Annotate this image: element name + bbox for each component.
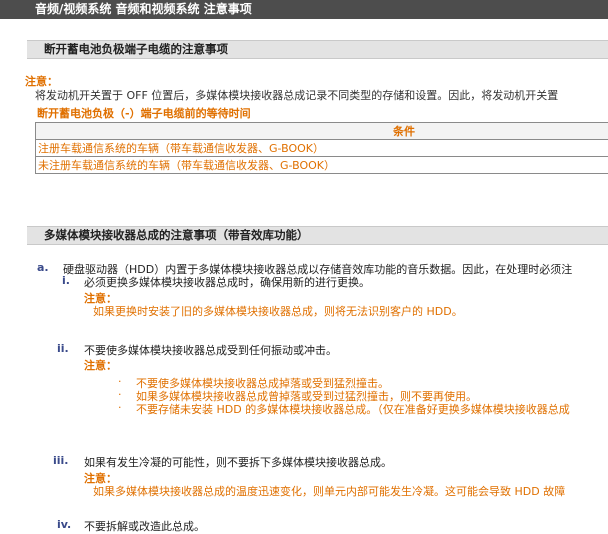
item-ii-text: 不要使多媒体模块接收器总成受到任何振动或冲击。: [84, 342, 337, 358]
list-marker-ii: ii.: [57, 342, 69, 355]
table-title: 断开蓄电池负极（-）端子电缆前的等待时间: [37, 105, 251, 121]
note-text: 如果更换时安装了旧的多媒体模块接收器总成，则将无法识别客户的 HDD。: [93, 303, 463, 319]
note-text: 将发动机开关置于 OFF 位置后，多媒体模块接收器总成记录不同类型的存储和设置。…: [35, 87, 558, 103]
note-text: 如果多媒体模块接收器总成的温度迅速变化，则单元内部可能发生冷凝。这可能会导致 H…: [93, 483, 565, 499]
note-label: 注意：: [84, 357, 117, 373]
section-heading-multimedia: 多媒体模块接收器总成的注意事项（带音效库功能）: [27, 226, 608, 245]
bullet-dot: ·: [118, 401, 122, 414]
list-marker-i: i.: [62, 274, 70, 287]
bullet-dot: ·: [118, 375, 122, 388]
item-iv-text: 不要拆解或改造此总成。: [84, 518, 205, 534]
page-title: 音频/视频系统 音频和视频系统 注意事项: [0, 0, 608, 19]
table-row: 未注册车载通信系统的车辆（带车载通信收发器、G-BOOK）: [36, 157, 608, 174]
item-iii-text: 如果有发生冷凝的可能性，则不要拆下多媒体模块接收器总成。: [84, 454, 392, 470]
wait-time-table: 条件 注册车载通信系统的车辆（带车载通信收发器、G-BOOK） 未注册车载通信系…: [35, 122, 608, 174]
section-heading-battery: 断开蓄电池负极端子电缆的注意事项: [27, 40, 608, 59]
list-marker-a: a.: [37, 261, 49, 274]
list-item: 不要存储未安装 HDD 的多媒体模块接收器总成。（仅在准备好更换多媒体模块接收器…: [136, 401, 570, 417]
item-i-text: 必须更换多媒体模块接收器总成时，确保用新的进行更换。: [84, 274, 370, 290]
table-row: 注册车载通信系统的车辆（带车载通信收发器、G-BOOK）: [36, 140, 608, 157]
list-marker-iii: iii.: [53, 454, 69, 467]
bullet-dot: ·: [118, 388, 122, 401]
table-header-condition: 条件: [36, 123, 608, 140]
